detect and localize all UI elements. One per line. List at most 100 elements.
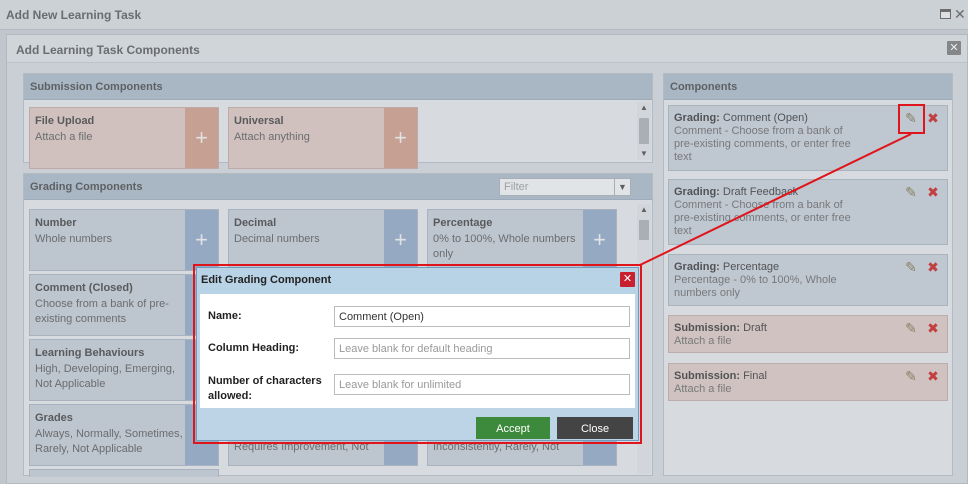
- component-item-title: Grading: Draft Feedback: [674, 186, 798, 198]
- scroll-thumb[interactable]: [639, 118, 649, 144]
- column-heading-input[interactable]: [334, 338, 630, 359]
- component-item-title: Submission: Final: [674, 370, 767, 382]
- component-name: Draft Feedback: [722, 186, 799, 198]
- component-name: Percentage: [722, 261, 780, 273]
- component-item-submission-draft: Submission: Draft Attach a file ✎ ✖: [668, 315, 948, 353]
- submission-scrollbar[interactable]: ▲ ▼: [637, 102, 651, 160]
- card-description: Whole numbers: [35, 233, 113, 245]
- dialog-titlebar: Edit Grading Component ✕: [197, 268, 638, 294]
- components-panel-header: Components: [664, 74, 952, 100]
- component-item-submission-final: Submission: Final Attach a file ✎ ✖: [668, 363, 948, 401]
- component-card-universal[interactable]: Universal Attach anything +: [228, 107, 418, 169]
- dialog-close-icon[interactable]: ✕: [620, 272, 635, 287]
- name-input[interactable]: [334, 306, 630, 327]
- component-name: Final: [743, 370, 767, 382]
- filter-placeholder: Filter: [504, 181, 529, 193]
- component-item-comment-open: Grading: Comment (Open) Comment - Choose…: [668, 105, 948, 171]
- column-heading-label: Column Heading:: [208, 342, 300, 354]
- pencil-icon[interactable]: ✎: [903, 184, 919, 200]
- submission-panel-header: Submission Components: [24, 74, 652, 100]
- component-name: Comment (Open): [722, 112, 808, 124]
- delete-icon[interactable]: ✖: [925, 259, 941, 275]
- card-name: Learning Behaviours: [35, 347, 145, 359]
- card-name: Comment (Closed): [35, 282, 133, 294]
- add-plus-icon[interactable]: +: [185, 108, 218, 168]
- add-plus-icon[interactable]: +: [583, 210, 616, 270]
- chevron-down-icon[interactable]: ▼: [614, 179, 630, 195]
- outer-titlebar: Add New Learning Task ✕: [0, 0, 968, 30]
- component-card-percentage[interactable]: Percentage 0% to 100%, Whole numbers onl…: [427, 209, 617, 271]
- component-type: Grading:: [674, 186, 720, 198]
- name-label: Name:: [208, 310, 242, 322]
- filter-select[interactable]: Filter ▼: [499, 178, 631, 196]
- maximize-icon[interactable]: [940, 9, 951, 19]
- card-description: 0% to 100%, Whole numbers only: [433, 233, 576, 260]
- delete-icon[interactable]: ✖: [925, 320, 941, 336]
- delete-icon[interactable]: ✖: [925, 110, 941, 126]
- card-name: File Upload: [35, 115, 95, 127]
- card-name: Decimal: [234, 217, 277, 229]
- close-button[interactable]: Close: [557, 417, 633, 439]
- components-panel: Components Grading: Comment (Open) Comme…: [663, 73, 953, 476]
- pencil-icon[interactable]: ✎: [903, 259, 919, 275]
- characters-allowed-label: Number of characters allowed:: [208, 374, 322, 404]
- component-card-grades[interactable]: Grades Always, Normally, Sometimes, Rare…: [29, 404, 219, 466]
- component-description: Comment - Choose from a bank of pre-exis…: [674, 199, 851, 237]
- component-card-file-upload[interactable]: File Upload Attach a file +: [29, 107, 219, 169]
- card-name: Percentage: [433, 217, 493, 229]
- dialog-body: Name: Column Heading: Number of characte…: [200, 294, 635, 408]
- component-card-partial-3[interactable]: [29, 469, 219, 477]
- close-icon[interactable]: ✕: [954, 6, 968, 22]
- component-item-title: Grading: Comment (Open): [674, 112, 808, 124]
- card-description: Choose from a bank of pre-existing comme…: [35, 298, 169, 325]
- card-description: Attach anything: [234, 131, 310, 143]
- card-description: Decimal numbers: [234, 233, 320, 245]
- component-item-draft-feedback: Grading: Draft Feedback Comment - Choose…: [668, 179, 948, 245]
- inner-titlebar: Add Learning Task Components ✕: [7, 35, 967, 63]
- accept-button[interactable]: Accept: [476, 417, 550, 439]
- card-description: Inconsistently, Rarely, Not: [433, 441, 560, 453]
- card-name: Grades: [35, 412, 73, 424]
- pencil-icon[interactable]: ✎: [903, 320, 919, 336]
- scroll-up-icon[interactable]: ▲: [637, 204, 651, 216]
- characters-allowed-input[interactable]: [334, 374, 630, 395]
- component-card-decimal[interactable]: Decimal Decimal numbers +: [228, 209, 418, 271]
- delete-icon[interactable]: ✖: [925, 368, 941, 384]
- edit-grading-component-dialog: Edit Grading Component ✕ Name: Column He…: [196, 267, 639, 441]
- card-description: Always, Normally, Sometimes, Rarely, Not…: [35, 428, 183, 455]
- scroll-thumb[interactable]: [639, 220, 649, 240]
- grading-panel-title: Grading Components: [30, 181, 143, 193]
- inner-close-icon[interactable]: ✕: [947, 41, 961, 55]
- component-item-title: Grading: Percentage: [674, 261, 779, 273]
- submission-panel-title: Submission Components: [30, 81, 163, 93]
- add-plus-icon[interactable]: +: [185, 210, 218, 270]
- components-panel-title: Components: [670, 81, 738, 93]
- dialog-title: Edit Grading Component: [201, 274, 332, 286]
- pencil-icon[interactable]: ✎: [903, 368, 919, 384]
- card-description: Requires Improvement, Not: [234, 441, 369, 453]
- component-description: Comment - Choose from a bank of pre-exis…: [674, 125, 851, 163]
- component-card-comment-closed[interactable]: Comment (Closed) Choose from a bank of p…: [29, 274, 219, 336]
- component-type: Grading:: [674, 112, 720, 124]
- component-type: Submission:: [674, 322, 741, 334]
- characters-label-line1: Number of characters: [208, 375, 322, 387]
- component-type: Submission:: [674, 370, 741, 382]
- add-plus-icon[interactable]: +: [384, 210, 417, 270]
- component-item-percentage: Grading: Percentage Percentage - 0% to 1…: [668, 254, 948, 306]
- scroll-up-icon[interactable]: ▲: [637, 102, 651, 114]
- card-name: Number: [35, 217, 77, 229]
- add-plus-icon[interactable]: +: [384, 108, 417, 168]
- grading-scrollbar[interactable]: ▲: [637, 204, 651, 474]
- component-card-number[interactable]: Number Whole numbers +: [29, 209, 219, 271]
- pencil-icon[interactable]: ✎: [903, 110, 919, 126]
- scroll-down-icon[interactable]: ▼: [637, 148, 651, 160]
- card-description: High, Developing, Emerging, Not Applicab…: [35, 363, 176, 390]
- component-name: Draft: [743, 322, 767, 334]
- component-type: Grading:: [674, 261, 720, 273]
- delete-icon[interactable]: ✖: [925, 184, 941, 200]
- grading-panel-header: Grading Components Filter ▼: [24, 174, 652, 200]
- component-card-learning-behaviours[interactable]: Learning Behaviours High, Developing, Em…: [29, 339, 219, 401]
- inner-window-title: Add Learning Task Components: [16, 43, 200, 57]
- card-name: Universal: [234, 115, 284, 127]
- component-description: Attach a file: [674, 335, 732, 347]
